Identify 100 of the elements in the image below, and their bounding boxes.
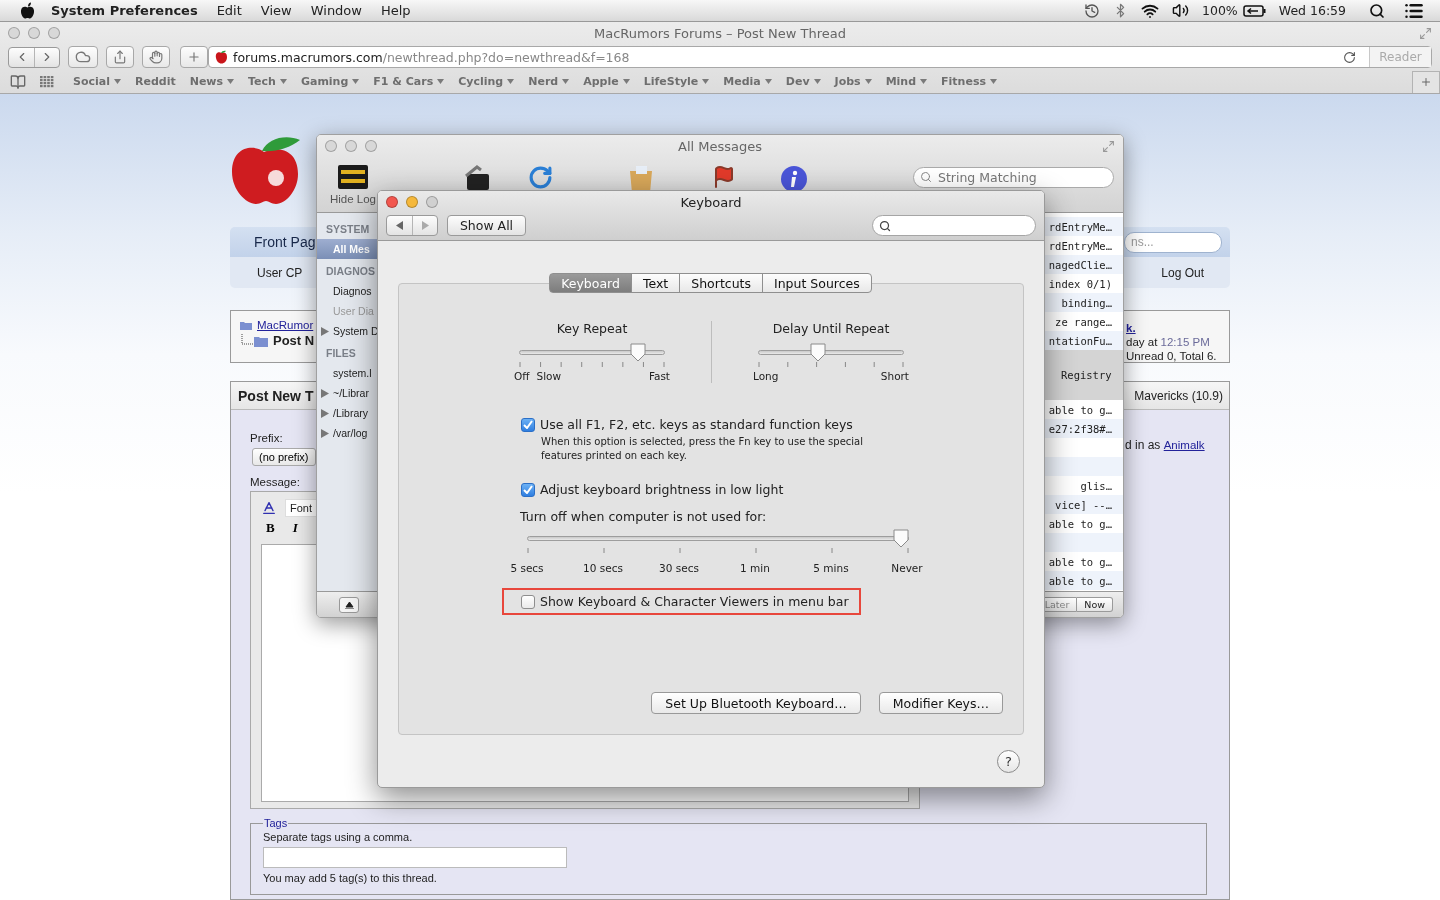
triangle-left-icon [396,221,403,230]
flag-icon[interactable] [712,165,736,189]
address-field[interactable]: forums.macrumors.com/newthread.php?do=newthread&f=168 Reader [208,46,1432,68]
clear-display-icon[interactable] [463,165,491,191]
close-button[interactable] [386,196,398,208]
bookmark-item[interactable]: News [189,75,235,88]
menu-item[interactable]: Window [310,3,362,18]
info-icon[interactable] [780,165,808,193]
stop-button[interactable] [142,46,170,68]
volume-icon[interactable] [1172,2,1189,19]
battery-icon[interactable] [1242,4,1266,17]
bookmark-item[interactable]: Mind [885,75,928,88]
nav-tab[interactable]: Front Pag [254,234,316,250]
share-button[interactable] [106,46,134,68]
slider-track[interactable] [519,343,665,362]
bookmark-item[interactable]: Gaming [300,75,360,88]
show-sidebar-button[interactable] [339,596,359,613]
option-note: When this option is selected, press the Fn key to use the special features printed on each key. [541,435,864,463]
slider-track[interactable] [527,529,909,548]
sidebar-header: SYSTEM [325,222,370,237]
caret-icon [702,79,710,84]
zoom-button[interactable] [426,196,438,208]
bookmark-item[interactable]: Tech [248,75,287,88]
show-all-button[interactable]: Show All [447,215,526,236]
bookmark-item[interactable]: Social [73,75,121,88]
search-field[interactable] [872,215,1036,236]
tab[interactable]: Shortcuts [679,273,763,293]
checkbox[interactable] [521,482,535,497]
format-button[interactable]: B [261,520,280,536]
menu-item[interactable]: View [260,3,292,18]
slider-track[interactable] [758,343,904,362]
slider-label: Off [514,370,530,382]
checkbox[interactable] [521,417,535,432]
slider-label: 5 mins [812,562,850,574]
help-button[interactable]: ? [997,750,1020,773]
fullscreen-icon[interactable] [1102,139,1115,153]
push-button[interactable]: Set Up Bluetooth Keyboard… [651,692,861,714]
url-text: forums.macrumors.com/newthread.php?do=newthread&f=168 [233,49,630,65]
font-color-icon[interactable] [261,500,277,516]
apple-menu-icon[interactable] [20,2,35,19]
nav-link[interactable]: User CP [257,265,303,280]
fullscreen-icon[interactable] [1419,26,1432,40]
close-button[interactable] [325,140,337,152]
user-link[interactable]: k. [1126,321,1223,335]
bookmark-item[interactable]: Jobs [834,75,872,88]
menu-item[interactable]: Help [380,3,411,18]
menu-item[interactable]: Edit [216,3,242,18]
search-icon[interactable] [1369,2,1385,19]
minimize-button[interactable] [28,27,40,39]
bookmark-item[interactable]: Media [723,75,772,88]
bookmark-item[interactable]: Dev [785,75,821,88]
bookmark-item[interactable]: Fitness [941,75,997,88]
warning-display-icon[interactable] [338,165,368,189]
slider-thumb[interactable] [629,343,646,362]
push-button[interactable]: Modifier Keys… [878,692,1003,714]
time-machine-icon[interactable] [1084,2,1100,19]
new-tab-button[interactable] [180,46,208,68]
slider-thumb[interactable] [810,343,826,362]
prefix-select[interactable]: (no prefix) [252,448,316,466]
cloud-button[interactable] [68,46,98,68]
tab[interactable]: Text [630,273,681,293]
checkbox[interactable] [521,594,535,609]
minimize-button[interactable] [406,196,418,208]
tab[interactable]: Keyboard [549,273,632,293]
slider-thumb[interactable] [893,529,909,548]
close-button[interactable] [8,27,20,39]
zoom-button[interactable] [48,27,60,39]
format-button[interactable]: I [287,520,303,536]
caret-icon [352,79,360,84]
bookmark-item[interactable]: F1 & Cars [373,75,445,88]
reload-icon[interactable] [528,165,553,190]
bookmark-item[interactable]: LifeStyle [643,75,710,88]
bookmark-item[interactable]: Apple [583,75,630,88]
tab[interactable]: Input Sources [762,273,872,293]
user-link[interactable]: Animalk [1163,439,1205,451]
minimize-button[interactable] [345,140,357,152]
zoom-button[interactable] [365,140,377,152]
tags-field[interactable] [263,847,567,868]
bookmark-item[interactable]: Cycling [458,75,515,88]
app-menu[interactable]: System Preferences [51,3,198,18]
disclosure-triangle-icon[interactable] [321,326,329,336]
toolbar-label[interactable]: Hide Log [329,193,376,205]
tags-hint: Separate tags using a comma. [263,831,414,843]
slider-label: Short [880,370,909,382]
window-title: Keyboard [680,194,742,210]
add-tab-button[interactable] [1412,70,1440,93]
search-field[interactable]: ns... [1124,231,1222,253]
bookmark-item[interactable]: Reddit [134,75,176,88]
login-text: d in as Animalk [1125,437,1206,454]
bookmarks-icon[interactable] [10,73,26,90]
reload-icon[interactable] [1343,50,1356,64]
update-button[interactable]: Now [1077,597,1113,612]
breadcrumb-link[interactable]: MacRumor [257,319,314,331]
clock[interactable]: Wed 16:59 [1278,3,1346,18]
checkbox-label: Use all F1, F2, etc. keys as standard function keys [540,417,853,432]
nav-link[interactable]: Log Out [1161,265,1204,280]
bookmark-item[interactable]: Nerd [528,75,570,88]
search-field[interactable]: String Matching [913,167,1114,188]
grid-icon[interactable] [40,75,54,88]
hand-icon [149,50,163,64]
